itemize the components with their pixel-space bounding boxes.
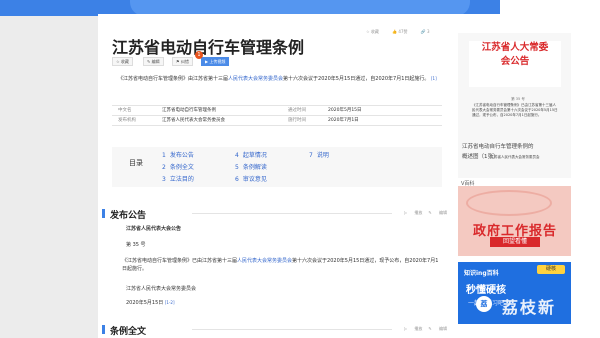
card-body: 《江苏省电动自行车管理条例》已由江苏省第十三届人民代表大会常务委员会第十六次会议… [472,103,558,117]
like-button[interactable]: 👍 47赞 [392,29,413,34]
table-of-contents: 目录 1 发布公告 2 条例全文 3 立法目的 4 起草情况 5 条例解读 6 审议意见 7… [112,147,442,187]
announcement-ref[interactable]: [1-2] [165,300,175,305]
promo-tag: 回望看懂 [490,237,540,247]
announcement-number: 第 35 号 [126,242,146,248]
section-divider [192,329,392,330]
section1-tools: ▷ 播放 ✎ 编辑 [398,210,447,216]
image-count[interactable]: 概述图（1张） [462,152,499,160]
announcement-body: 《江苏省电动自行车管理条例》已由江苏省第十三届人民代表大会常务委员会第十六次会议… [122,258,439,272]
section2-tools: ▷ 播放 ✎ 编辑 [398,326,447,332]
collect-link[interactable]: ☆ 收藏 [366,29,385,34]
announcement-signature: 江苏省人民代表大会常务委员会 [126,286,197,292]
title-tools: ☆ 收藏 👍 47赞 🔗 3 [366,29,442,35]
toc-item-4[interactable]: 4 起草情况 [235,150,267,159]
intro-ref[interactable]: [1] [431,76,437,81]
edit-link[interactable]: ✎ 编辑 [428,210,447,215]
notification-badge: 1 [195,51,203,59]
watermark: 荔枝新 [502,298,557,317]
basic-info-table: 中文名 江苏省电动自行车管理条例 通过时间 2020年5月15日 发布机构 江苏… [112,105,442,126]
toc-item-1[interactable]: 1 发布公告 [162,150,194,159]
card-number: 第 35 号 [511,97,525,101]
card-title: 江苏省人大常委 会公告 [469,41,561,87]
play-button[interactable]: ▷ 播放 [404,326,422,331]
promo-banner-report[interactable]: 政府工作报告 回望看懂 [458,186,571,256]
info-row: 中文名 江苏省电动自行车管理条例 通过时间 2020年5月15日 [112,106,442,116]
decoration-ring [466,190,552,216]
announcement-date: 2020年5月15日 [1-2] [126,300,175,306]
intro-link[interactable]: 人民代表大会常务委员会 [228,76,283,82]
promo-badge: 硬核 [537,265,565,274]
section-title-announcement: 发布公告 [102,208,146,221]
toc-item-2[interactable]: 2 条例全文 [162,162,194,171]
promo-brand: 知识ing百科 [464,270,499,277]
share-button[interactable]: 🔗 3 [421,29,436,34]
toc-label: 目录 [129,159,143,167]
edit-button[interactable]: ✎ 编辑 [143,57,164,66]
page-title: 江苏省电动自行车管理条例 [112,38,305,57]
intro-paragraph: 《江苏省电动自行车管理条例》由江苏省第十三届人民代表大会常务委员会第十六次会议于… [118,76,437,82]
toc-item-6[interactable]: 6 审议意见 [235,174,267,183]
info-row: 发布机构 江苏省人民代表大会常务委员会 施行时间 2020年7月1日 [112,116,442,126]
section-title-fulltext: 条例全文 [102,324,146,337]
upload-video-button[interactable]: ▶ 上传视频 [201,57,230,66]
watermark-logo-icon: 荔 [476,296,492,312]
toc-item-3[interactable]: 3 立法目的 [162,174,194,183]
collect-button[interactable]: ☆ 收藏 [112,57,133,66]
announcement-heading: 江苏省人民代表大会公告 [126,226,182,232]
error-report-button[interactable]: ⚑ 纠错 [172,57,193,66]
toc-item-7[interactable]: 7 说明 [309,150,329,159]
image-caption[interactable]: 江苏省电动自行车管理条例的 [462,142,534,150]
toc-item-5[interactable]: 5 条例解读 [235,162,267,171]
promo-title: 秒懂硬核 [466,285,506,296]
section-divider [192,213,392,214]
play-button[interactable]: ▷ 播放 [404,210,422,215]
announcement-link[interactable]: 人民代表大会常务委员会 [237,258,292,264]
edit-link[interactable]: ✎ 编辑 [428,326,447,331]
